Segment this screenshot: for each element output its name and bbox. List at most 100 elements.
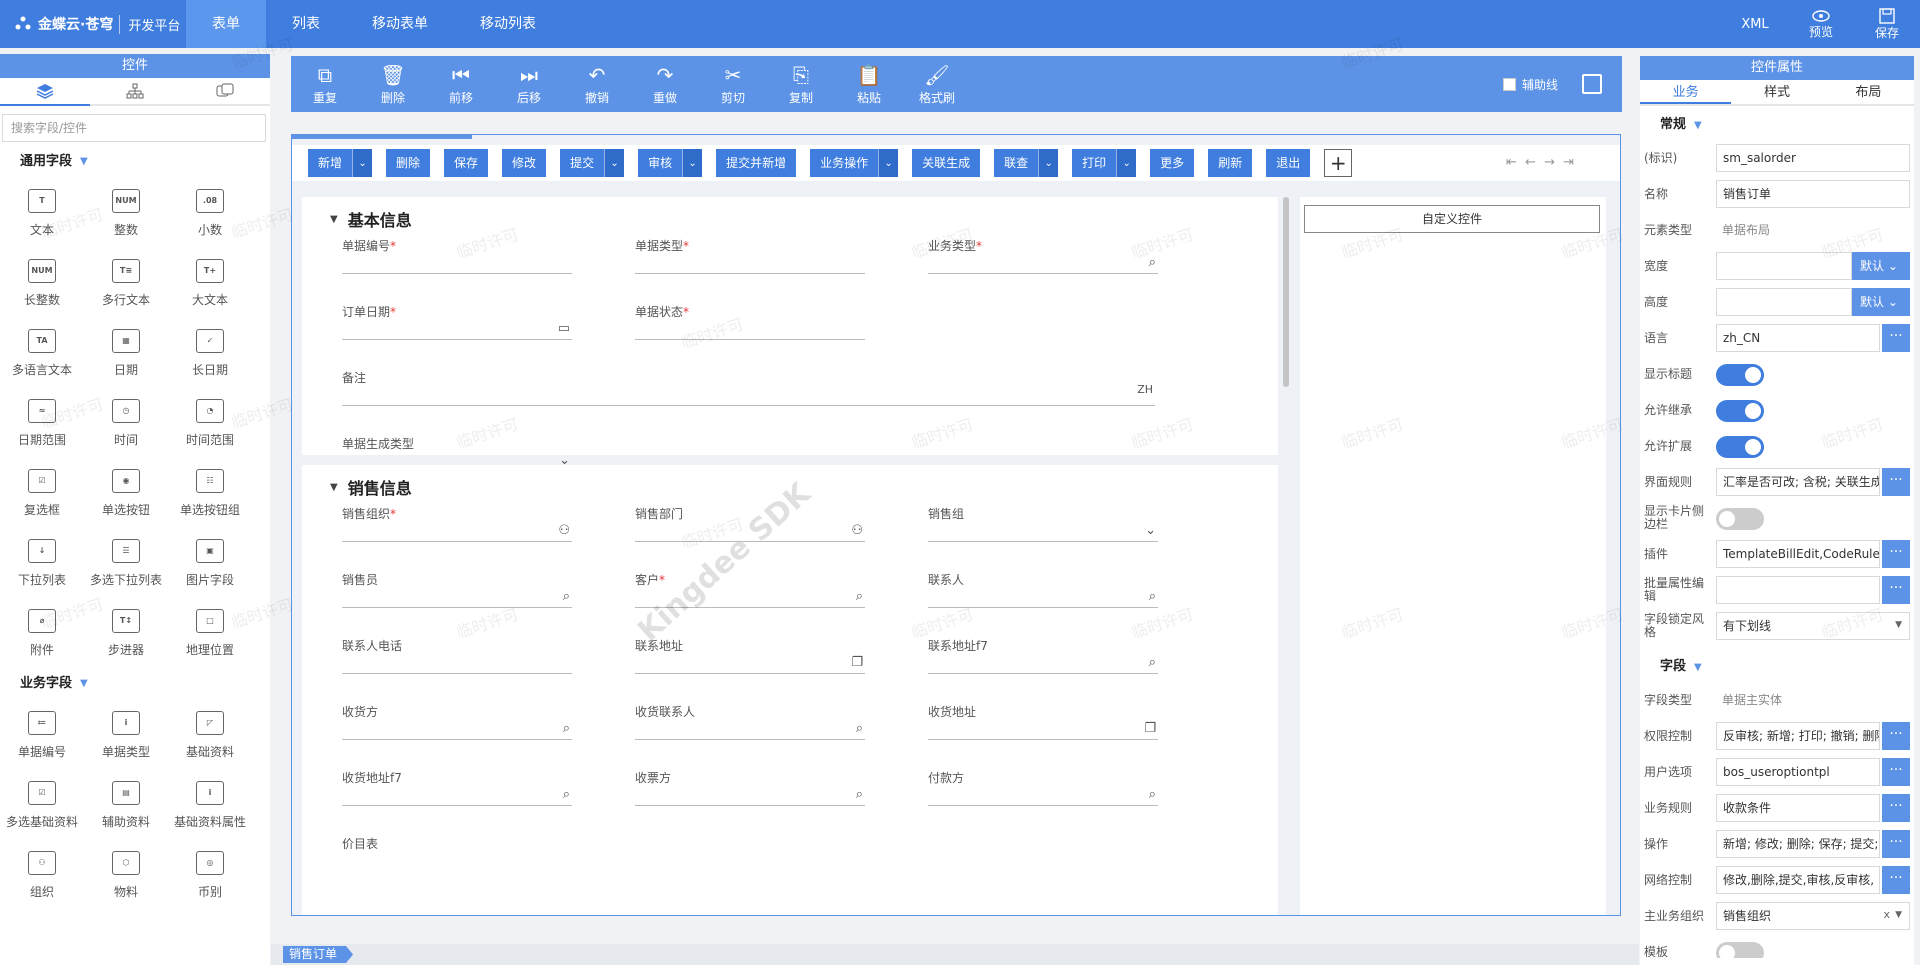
field-contact[interactable]: 联系人 ⌕	[928, 571, 1158, 617]
field-payer[interactable]: 付款方 ⌕	[928, 769, 1158, 815]
height-default-select[interactable]: 默认 ⌄	[1852, 288, 1910, 316]
field-contact-addr-f7[interactable]: 联系地址f7 ⌕	[928, 637, 1158, 683]
chevron-down-icon[interactable]: ⌄	[1038, 149, 1059, 177]
add-button[interactable]: +	[1324, 149, 1353, 177]
search-icon[interactable]: ⌕	[1149, 589, 1156, 604]
popup-icon[interactable]: ❐	[1144, 721, 1156, 736]
form-button[interactable]: 更多	[1150, 149, 1195, 177]
form-button[interactable]: 审核 ⌄	[638, 149, 703, 177]
form-button[interactable]: 修改	[502, 149, 547, 177]
more-button[interactable]: ···	[1882, 324, 1910, 352]
control-item-multi-dropdown[interactable]: ☰ 多选下拉列表	[84, 526, 168, 596]
form-button[interactable]: 保存	[444, 149, 489, 177]
control-item-radio[interactable]: ◉ 单选按钮	[84, 456, 168, 526]
field-remark[interactable]: 备注 ZH	[342, 369, 1155, 415]
tab-list[interactable]: 列表	[266, 0, 346, 48]
allow-inherit-toggle[interactable]	[1716, 400, 1764, 422]
form-button[interactable]: 关联生成	[912, 149, 981, 177]
control-item-date-range[interactable]: ≈ 日期范围	[0, 386, 84, 456]
control-item-basedata[interactable]: ◸ 基础资料	[168, 698, 252, 768]
xml-button[interactable]: XML	[1722, 17, 1788, 32]
field-receiver-addr[interactable]: 收货地址 ❐	[928, 703, 1158, 749]
control-item-org[interactable]: ⚇ 组织	[0, 838, 84, 908]
show-title-toggle[interactable]	[1716, 364, 1764, 386]
control-item-decimal[interactable]: .08 小数	[168, 176, 252, 246]
field-receiver-contact[interactable]: 收货联系人 ⌕	[635, 703, 865, 749]
field-contact-phone[interactable]: 联系人电话	[342, 637, 572, 683]
chevron-down-icon[interactable]: ⌄	[1116, 149, 1137, 177]
toolbar-repeat[interactable]: ⧉ 重复	[291, 63, 359, 106]
calendar-icon[interactable]: ▭	[558, 321, 570, 336]
form-button[interactable]: 刷新	[1208, 149, 1253, 177]
control-item-material[interactable]: ⬡ 物料	[84, 838, 168, 908]
control-item-radio-group[interactable]: ☷ 单选按钮组	[168, 456, 252, 526]
more-button[interactable]: ···	[1882, 758, 1910, 786]
tab-controls[interactable]	[0, 78, 90, 106]
field-sale-group[interactable]: 销售组 ⌄	[928, 505, 1158, 551]
search-icon[interactable]: ⌕	[856, 589, 863, 604]
field-receiver-addr-f7[interactable]: 收货地址f7 ⌕	[342, 769, 572, 815]
allow-extend-toggle[interactable]	[1716, 436, 1764, 458]
width-default-select[interactable]: 默认 ⌄	[1852, 252, 1910, 280]
prop-lang-input[interactable]: zh_CN	[1716, 324, 1880, 352]
control-item-location[interactable]: □ 地理位置	[168, 596, 252, 666]
prop-main-org-select[interactable]: 销售组织	[1716, 902, 1910, 930]
tab-style[interactable]: 样式	[1731, 80, 1822, 104]
field-salesman[interactable]: 销售员 ⌕	[342, 571, 572, 617]
search-icon[interactable]: ⌕	[563, 721, 570, 736]
control-item-checkbox[interactable]: ☑ 复选框	[0, 456, 84, 526]
prop-width-input[interactable]	[1716, 252, 1852, 280]
control-search-input[interactable]: 搜索字段/控件	[2, 114, 266, 142]
control-item-long-date[interactable]: ✓ 长日期	[168, 316, 252, 386]
org-tree-icon[interactable]: ⚇	[851, 523, 863, 538]
chevron-down-icon[interactable]: ⌄	[1145, 523, 1156, 538]
control-item-multi-basedata[interactable]: ☑ 多选基础资料	[0, 768, 84, 838]
field-order-date[interactable]: 订单日期* ▭	[342, 303, 572, 349]
tab-mobile-form[interactable]: 移动表单	[346, 0, 454, 48]
control-item-long-num[interactable]: NUM 长整数	[0, 246, 84, 316]
toolbar-redo[interactable]: ↷ 重做	[631, 63, 699, 106]
tab-tree[interactable]	[90, 78, 180, 104]
custom-control[interactable]: 自定义控件	[1304, 205, 1600, 233]
control-item-multiline[interactable]: T≡ 多行文本	[84, 246, 168, 316]
toolbar-undo[interactable]: ↶ 撤销	[563, 63, 631, 106]
toolbar-delete[interactable]: 🗑 删除	[359, 63, 427, 106]
more-button[interactable]: ···	[1882, 540, 1910, 568]
form-button[interactable]: 业务操作 ⌄	[810, 149, 899, 177]
more-button[interactable]: ···	[1882, 722, 1910, 750]
popup-icon[interactable]: ❐	[851, 655, 863, 670]
preview-button[interactable]: 预览	[1788, 9, 1854, 40]
search-icon[interactable]: ⌕	[1149, 255, 1156, 270]
field-receiver[interactable]: 收货方 ⌕	[342, 703, 572, 749]
prop-biz-rule-input[interactable]: 收款条件	[1716, 794, 1880, 822]
field-customer[interactable]: 客户* ⌕	[635, 571, 865, 617]
search-icon[interactable]: ⌕	[856, 721, 863, 736]
general-section-header[interactable]: 常规 ▼	[1640, 110, 1702, 140]
field-bill-type[interactable]: 单据类型*	[635, 237, 865, 283]
control-item-basedata-prop[interactable]: i 基础资料属性	[168, 768, 252, 838]
form-button[interactable]: 打印 ⌄	[1072, 149, 1137, 177]
search-icon[interactable]: ⌕	[856, 787, 863, 802]
field-invoicee[interactable]: 收票方 ⌕	[635, 769, 865, 815]
field-bill-status[interactable]: 单据状态*	[635, 303, 865, 349]
control-item-num[interactable]: NUM 整数	[84, 176, 168, 246]
prop-op-input[interactable]: 新增; 修改; 删除; 保存; 提交;	[1716, 830, 1880, 858]
toolbar-move-up[interactable]: ⏮ 前移	[427, 63, 495, 106]
control-item-text[interactable]: T 文本	[0, 176, 84, 246]
prop-user-opt-input[interactable]: bos_useroptiontpl	[1716, 758, 1880, 786]
control-item-currency[interactable]: ◎ 币别	[168, 838, 252, 908]
basic-info-header[interactable]: ▼ 基本信息	[330, 207, 412, 231]
field-sale-org[interactable]: 销售组织* ⚇	[342, 505, 572, 551]
prop-plugin-input[interactable]: TemplateBillEdit,CodeRulePlugin	[1716, 540, 1880, 568]
aux-lines-toggle[interactable]: 辅助线	[1502, 76, 1558, 93]
field-section-header[interactable]: 字段 ▼	[1640, 652, 1702, 682]
control-item-assist-data[interactable]: ▤ 辅助资料	[84, 768, 168, 838]
control-item-large-text[interactable]: T+ 大文本	[168, 246, 252, 316]
more-button[interactable]: ···	[1882, 794, 1910, 822]
chevron-down-icon[interactable]: ⌄	[878, 149, 899, 177]
toolbar-move-down[interactable]: ⏭ 后移	[495, 63, 563, 106]
save-button[interactable]: 保存	[1854, 7, 1920, 41]
field-biz-type[interactable]: 业务类型* ⌕	[928, 237, 1158, 283]
control-item-time[interactable]: ◷ 时间	[84, 386, 168, 456]
prop-height-input[interactable]	[1716, 288, 1852, 316]
